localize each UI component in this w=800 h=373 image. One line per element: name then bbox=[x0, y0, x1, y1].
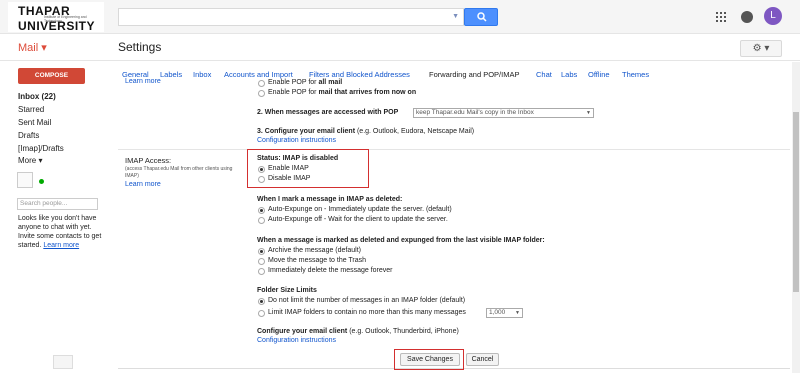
auto-expunge-on-label: Auto-Expunge on - Immediately update the… bbox=[268, 206, 452, 213]
imap-access-sublabel-1: (access Thapar.edu Mail from other clien… bbox=[125, 166, 233, 172]
chat-status-icon[interactable] bbox=[39, 179, 44, 184]
gear-icon: ⚙ ▾ bbox=[752, 43, 770, 54]
search-input[interactable]: ▼ bbox=[118, 8, 464, 26]
tab-labs[interactable]: Labs bbox=[561, 70, 577, 79]
limit-label: Limit IMAP folders to contain no more th… bbox=[268, 309, 466, 316]
pop-new-radio[interactable] bbox=[258, 90, 265, 97]
imap-client-label: Configure your email client (e.g. Outloo… bbox=[257, 328, 459, 335]
tab-forwarding[interactable]: Forwarding and POP/IMAP bbox=[429, 70, 519, 79]
tab-labels[interactable]: Labels bbox=[160, 70, 182, 79]
enable-imap-radio[interactable] bbox=[258, 166, 265, 173]
folder-size-heading: Folder Size Limits bbox=[257, 287, 317, 294]
pop-action-select[interactable]: keep Thapar.edu Mail's copy in the Inbox… bbox=[413, 108, 594, 118]
chat-empty-message: Looks like you don't have anyone to chat… bbox=[18, 214, 106, 250]
tab-filters[interactable]: Filters and Blocked Addresses bbox=[309, 70, 410, 79]
search-icon bbox=[477, 12, 487, 22]
page-title: Settings bbox=[118, 40, 162, 54]
sidebar-item-sent[interactable]: Sent Mail bbox=[18, 118, 51, 127]
chevron-down-icon: ▼ bbox=[515, 310, 520, 316]
chat-bubble-icon[interactable] bbox=[53, 355, 73, 369]
search-people-input[interactable]: Search people... bbox=[17, 198, 98, 210]
top-bar: THAPAR Institute of Engineering and Tech… bbox=[0, 0, 800, 34]
imap-learn-more-link[interactable]: Learn more bbox=[125, 181, 161, 188]
delete-forever-radio[interactable] bbox=[258, 268, 265, 275]
limit-select[interactable]: 1,000 ▼ bbox=[486, 308, 523, 318]
chevron-down-icon: ▼ bbox=[586, 110, 591, 116]
tab-inbox[interactable]: Inbox bbox=[193, 70, 211, 79]
disable-imap-label: Disable IMAP bbox=[268, 175, 311, 182]
imap-access-sublabel-2: IMAP) bbox=[125, 173, 139, 179]
tab-chat[interactable]: Chat bbox=[536, 70, 552, 79]
notifications-icon[interactable] bbox=[741, 11, 753, 23]
tab-offline[interactable]: Offline bbox=[588, 70, 610, 79]
pop-step2-label: 2. When messages are accessed with POP bbox=[257, 109, 399, 116]
auto-expunge-off-radio[interactable] bbox=[258, 217, 265, 224]
imap-expunged-heading: When a message is marked as deleted and … bbox=[257, 237, 545, 244]
enable-imap-label: Enable IMAP bbox=[268, 165, 309, 172]
pop-learn-more-link[interactable]: Learn more bbox=[125, 78, 161, 85]
trash-radio[interactable] bbox=[258, 258, 265, 265]
sidebar-item-more[interactable]: More ▾ bbox=[18, 156, 42, 165]
sidebar-item-imap-drafts[interactable]: [Imap]/Drafts bbox=[18, 144, 64, 153]
imap-status: Status: IMAP is disabled bbox=[257, 155, 339, 162]
imap-config-link[interactable]: Configuration instructions bbox=[257, 337, 336, 344]
search-button[interactable] bbox=[464, 8, 498, 26]
compose-button[interactable]: COMPOSE bbox=[18, 68, 85, 84]
limit-radio[interactable] bbox=[258, 310, 265, 317]
cancel-button[interactable]: Cancel bbox=[466, 353, 499, 366]
sidebar-item-drafts[interactable]: Drafts bbox=[18, 131, 39, 140]
pop-all-label: Enable POP for all mail bbox=[268, 79, 343, 86]
save-changes-button[interactable]: Save Changes bbox=[400, 353, 460, 366]
trash-label: Move the message to the Trash bbox=[268, 257, 367, 264]
tab-accounts[interactable]: Accounts and Import bbox=[224, 70, 293, 79]
section-divider bbox=[118, 149, 790, 150]
archive-radio[interactable] bbox=[258, 248, 265, 255]
sidebar-item-starred[interactable]: Starred bbox=[18, 105, 44, 114]
pop-step3-label: 3. Configure your email client (e.g. Out… bbox=[257, 128, 475, 135]
sidebar-item-inbox[interactable]: Inbox (22) bbox=[18, 92, 56, 101]
no-limit-label: Do not limit the number of messages in a… bbox=[268, 297, 466, 304]
no-limit-radio[interactable] bbox=[258, 298, 265, 305]
logo-line3: UNIVERSITY bbox=[18, 19, 96, 33]
chat-avatar[interactable] bbox=[17, 172, 33, 188]
apps-grid-icon[interactable] bbox=[716, 12, 726, 22]
delete-forever-label: Immediately delete the message forever bbox=[268, 267, 393, 274]
search-options-icon[interactable]: ▼ bbox=[452, 13, 459, 20]
tab-themes[interactable]: Themes bbox=[622, 70, 649, 79]
pop-all-radio[interactable] bbox=[258, 80, 265, 87]
disable-imap-radio[interactable] bbox=[258, 176, 265, 183]
pop-config-link[interactable]: Configuration instructions bbox=[257, 137, 336, 144]
mail-switcher[interactable]: Mail ▾ bbox=[18, 41, 47, 54]
imap-access-label: IMAP Access: bbox=[125, 156, 172, 165]
chat-learn-more-link[interactable]: Learn more bbox=[43, 242, 79, 249]
auto-expunge-off-label: Auto-Expunge off - Wait for the client t… bbox=[268, 216, 448, 223]
settings-panel bbox=[118, 79, 790, 369]
auto-expunge-on-radio[interactable] bbox=[258, 207, 265, 214]
pop-new-label: Enable POP for mail that arrives from no… bbox=[268, 89, 417, 96]
university-logo[interactable]: THAPAR Institute of Engineering and Tech… bbox=[8, 2, 104, 33]
scrollbar-thumb[interactable] bbox=[793, 112, 799, 292]
account-avatar[interactable]: L bbox=[764, 7, 782, 25]
imap-deleted-heading: When I mark a message in IMAP as deleted… bbox=[257, 196, 403, 203]
settings-gear-button[interactable]: ⚙ ▾ bbox=[740, 40, 782, 57]
archive-label: Archive the message (default) bbox=[268, 247, 361, 254]
